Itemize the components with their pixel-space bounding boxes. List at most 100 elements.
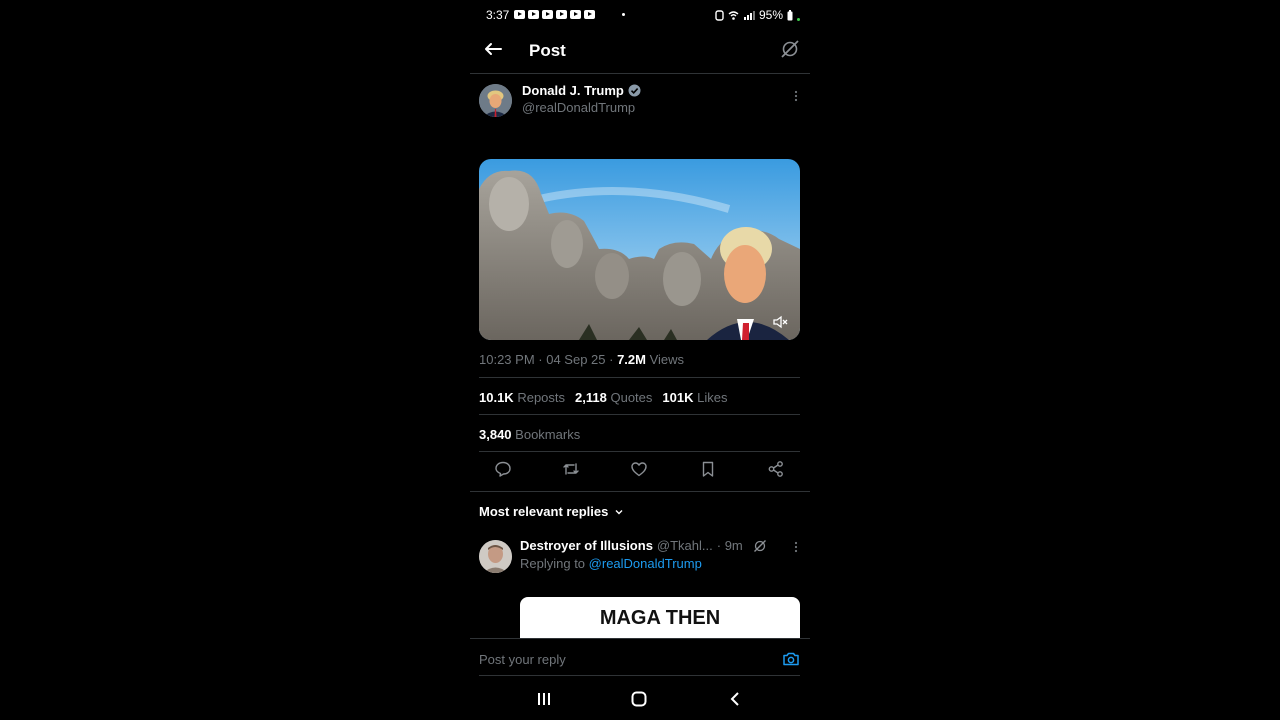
likes-stat[interactable]: 101K Likes: [662, 390, 727, 405]
youtube-notification-icon: [528, 10, 539, 19]
reply-avatar-portrait: [479, 540, 512, 573]
home-button[interactable]: [631, 691, 647, 707]
reposts-count: 10.1K: [479, 390, 514, 405]
charging-dot: [797, 17, 800, 21]
youtube-notification-icon: [556, 10, 567, 19]
replies-sort-label: Most relevant replies: [479, 504, 609, 519]
post-time: 10:23 PM: [479, 352, 535, 367]
arrow-left-icon: [485, 43, 502, 55]
signal-icon: [743, 10, 755, 20]
reposts-stat[interactable]: 10.1K Reposts: [479, 390, 565, 405]
chevron-down-icon: [615, 509, 623, 514]
header-divider: [470, 73, 810, 74]
camera-icon: [783, 652, 799, 666]
post-date: 04 Sep 25: [546, 352, 606, 367]
quotes-count: 2,118: [575, 390, 607, 405]
reposts-label: Reposts: [517, 390, 566, 405]
muted-speaker-icon: [773, 315, 788, 329]
reply-icon: [495, 461, 511, 477]
share-icon: [768, 461, 783, 477]
battery-percent: 95%: [758, 8, 783, 22]
alarm-icon: [715, 9, 724, 21]
replies-sort-dropdown[interactable]: Most relevant replies: [479, 504, 624, 519]
share-button[interactable]: [767, 460, 787, 480]
bookmarks-stat[interactable]: 3,840 Bookmarks: [479, 427, 580, 442]
camera-button[interactable]: [782, 650, 800, 668]
quotes-stat[interactable]: 2,118 Quotes: [575, 390, 652, 405]
quotes-label: Quotes: [610, 390, 653, 405]
post-meta: 10:23 PM · 04 Sep 25 · 7.2M Views: [479, 352, 684, 367]
battery-icon: [787, 9, 793, 20]
author-name-row: Donald J. Trump: [522, 83, 641, 98]
bookmarks-label: Bookmarks: [515, 427, 581, 442]
bookmark-icon: [702, 461, 714, 477]
reply-header: Destroyer of Illusions @Tkahl... · 9m: [520, 538, 796, 553]
author-avatar[interactable]: [479, 84, 512, 117]
replying-to-link[interactable]: @realDonaldTrump: [589, 556, 702, 571]
notification-icons: [514, 10, 595, 19]
grok-button[interactable]: [780, 39, 800, 59]
more-vertical-icon: [794, 90, 798, 102]
bookmarks-divider: [479, 451, 800, 452]
reply-image-text: MAGA THEN: [599, 607, 721, 629]
youtube-notification-icon: [542, 10, 553, 19]
status-bar: 3:37 95%: [486, 8, 800, 24]
back-button[interactable]: [480, 36, 506, 62]
stats-divider: [479, 414, 800, 415]
avatar-portrait: [479, 84, 512, 117]
reply-author-name[interactable]: Destroyer of Illusions: [520, 538, 653, 553]
post-stats: 10.1K Reposts 2,118 Quotes 101K Likes: [479, 390, 727, 405]
chevron-left-icon: [730, 692, 739, 706]
home-icon: [631, 691, 647, 707]
like-icon: [631, 462, 647, 477]
status-right: 95%: [715, 8, 800, 22]
reply-time: · 9m: [716, 538, 743, 553]
reply-button[interactable]: [494, 460, 514, 480]
reply-more-button[interactable]: [794, 540, 798, 554]
likes-label: Likes: [697, 390, 728, 405]
wifi-icon: [728, 10, 739, 20]
more-vertical-icon: [794, 541, 798, 553]
reply-input-placeholder[interactable]: Post your reply: [479, 652, 566, 667]
repost-button[interactable]: [562, 460, 582, 480]
bookmarks-count: 3,840: [479, 427, 512, 442]
status-time: 3:37: [486, 8, 510, 22]
bookmark-button[interactable]: [699, 460, 719, 480]
recent-apps-icon: [538, 693, 550, 705]
views-label: Views: [649, 352, 685, 367]
system-back-button[interactable]: [729, 691, 741, 707]
author-handle[interactable]: @realDonaldTrump: [522, 100, 635, 115]
phone-screen: 3:37 95% Post Donald J. Trump @realDonal…: [470, 0, 810, 720]
composer-top-divider: [470, 638, 810, 639]
more-notifications-dot: [622, 13, 625, 16]
reply-avatar[interactable]: [479, 540, 512, 573]
system-nav-bar: [470, 684, 810, 720]
post-actions: [470, 460, 810, 484]
actions-divider: [470, 491, 810, 492]
reply-composer[interactable]: Post your reply: [479, 652, 800, 672]
recent-apps-button[interactable]: [537, 691, 551, 707]
repost-icon: [563, 463, 579, 475]
video-thumbnail: [479, 159, 800, 340]
replying-prefix: Replying to: [520, 556, 586, 571]
likes-count: 101K: [662, 390, 694, 405]
youtube-notification-icon: [570, 10, 581, 19]
meta-separator: ·: [534, 352, 547, 367]
reply-author-handle[interactable]: @Tkahl...: [657, 538, 713, 553]
page-title: Post: [529, 41, 566, 60]
post-video[interactable]: [479, 159, 800, 340]
youtube-notification-icon: [514, 10, 525, 19]
verified-badge-icon: [628, 84, 641, 97]
composer-bottom-divider: [479, 675, 800, 676]
author-name[interactable]: Donald J. Trump: [522, 83, 624, 98]
meta-separator: ·: [605, 352, 618, 367]
mute-button[interactable]: [772, 314, 788, 330]
post-more-button[interactable]: [794, 89, 798, 103]
like-button[interactable]: [630, 460, 650, 480]
replying-to: Replying to @realDonaldTrump: [520, 556, 702, 571]
grok-icon: [781, 40, 799, 58]
youtube-notification-icon: [584, 10, 595, 19]
grok-icon[interactable]: [753, 539, 767, 553]
views-count: 7.2M: [617, 352, 646, 367]
meta-divider: [479, 377, 800, 378]
